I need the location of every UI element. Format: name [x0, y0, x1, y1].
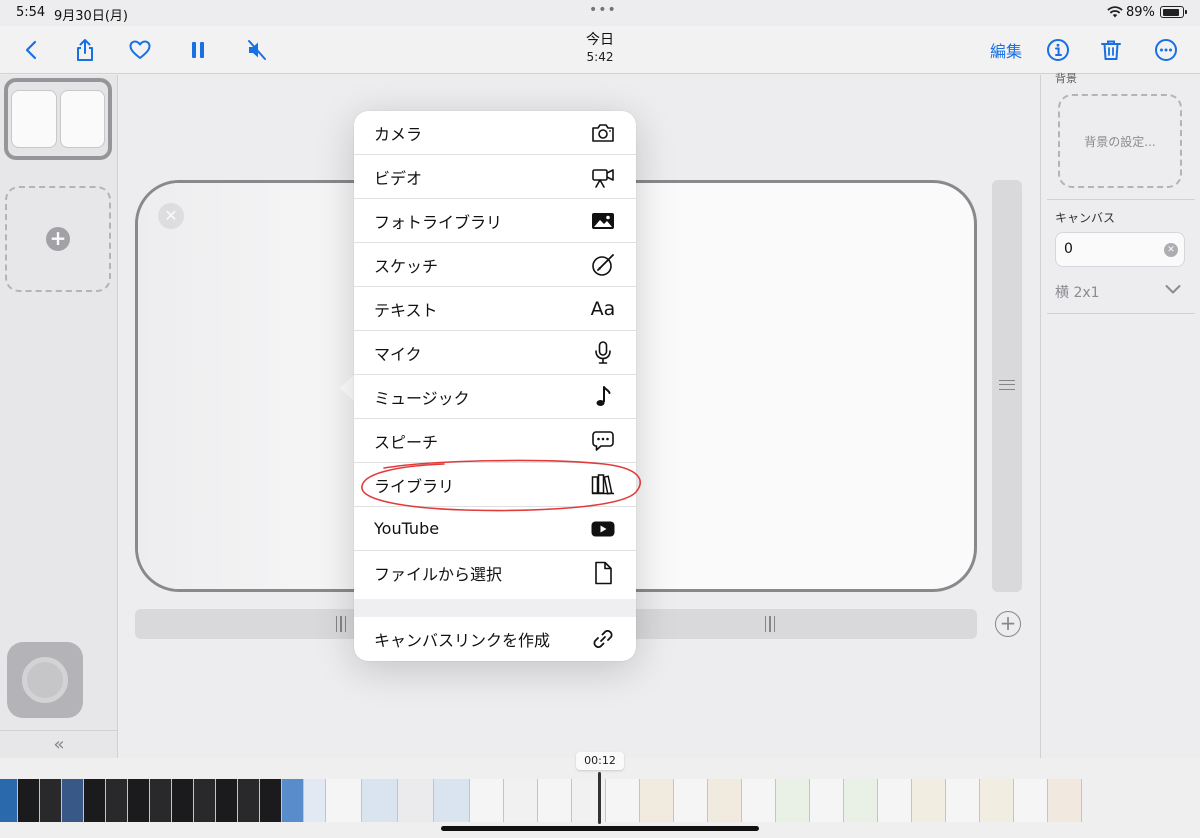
more-icon[interactable]	[1150, 34, 1182, 66]
menu-item-label: フォトライブラリ	[374, 212, 503, 232]
menu-item-label: キャンバスリンクを作成	[374, 631, 551, 650]
menu-item-speech[interactable]: スピーチ	[354, 419, 636, 463]
collapse-sidebar-button[interactable]: «	[0, 730, 118, 758]
toolbar: 今日 5:42 編集	[0, 26, 1200, 74]
menu-item-label: スピーチ	[374, 432, 439, 452]
youtube-icon	[590, 516, 616, 542]
menu-separator	[354, 599, 636, 617]
insert-media-menu: カメラ ビデオ フォトライブラリ スケッチ テキスト Aa マイク ミュージック…	[354, 111, 636, 661]
camera-icon	[590, 120, 616, 146]
slide-sidebar: + «	[0, 75, 118, 758]
horizontal-grip-icon[interactable]	[765, 616, 775, 632]
menu-item-create-canvas-link[interactable]: キャンバスリンクを作成	[354, 617, 636, 661]
assistive-touch-button[interactable]	[7, 642, 83, 718]
microphone-icon	[590, 340, 616, 366]
menu-item-photo-library[interactable]: フォトライブラリ	[354, 199, 636, 243]
divider	[1047, 313, 1195, 314]
menu-item-label: YouTube	[374, 519, 440, 538]
status-bar: 5:54 9月30日(月) ••• 89%	[0, 0, 1200, 26]
menu-item-camera[interactable]: カメラ	[354, 111, 636, 155]
sketch-icon	[590, 252, 616, 278]
thumbnail-cell	[59, 90, 105, 148]
video-camera-icon	[590, 164, 616, 190]
status-time: 5:54	[16, 5, 46, 20]
link-icon	[590, 626, 616, 652]
horizontal-grip-icon[interactable]	[336, 616, 346, 632]
layout-select-value[interactable]: 横 2x1	[1055, 282, 1100, 302]
menu-item-library[interactable]: ライブラリ	[354, 463, 636, 507]
thumbnail-cell	[11, 90, 57, 148]
menu-item-label: ライブラリ	[374, 476, 455, 496]
menu-item-youtube[interactable]: YouTube	[354, 507, 636, 551]
speech-bubble-icon	[590, 428, 616, 454]
current-time-label: 00:12	[576, 752, 624, 770]
wifi-icon	[1107, 6, 1123, 18]
menu-item-label: スケッチ	[374, 256, 439, 276]
add-slide-button[interactable]: +	[5, 186, 111, 292]
background-section-label: 背景	[1055, 72, 1077, 85]
multitasking-dots[interactable]: •••	[589, 2, 617, 18]
menu-item-label: ファイルから選択	[374, 565, 503, 584]
toolbar-title: 今日	[586, 32, 614, 48]
pause-icon[interactable]	[182, 34, 214, 66]
library-icon	[590, 472, 616, 498]
menu-item-sketch[interactable]: スケッチ	[354, 243, 636, 287]
menu-item-music[interactable]: ミュージック	[354, 375, 636, 419]
menu-item-label: ミュージック	[374, 388, 470, 408]
mute-icon[interactable]	[241, 34, 273, 66]
chevron-down-icon[interactable]	[1165, 283, 1181, 295]
plus-icon: +	[46, 227, 70, 251]
vertical-grip-icon[interactable]	[999, 380, 1015, 390]
add-cell-button[interactable]: +	[995, 611, 1021, 637]
text-icon: Aa	[590, 298, 616, 320]
menu-item-text[interactable]: テキスト Aa	[354, 287, 636, 331]
share-icon[interactable]	[69, 34, 101, 66]
menu-item-microphone[interactable]: マイク	[354, 331, 636, 375]
photo-icon	[590, 208, 616, 234]
clear-icon[interactable]: ✕	[1164, 243, 1178, 257]
home-indicator[interactable]	[441, 826, 759, 831]
heart-icon[interactable]	[124, 34, 156, 66]
playhead[interactable]	[598, 772, 601, 824]
music-note-icon	[590, 384, 616, 410]
document-icon	[590, 560, 616, 586]
menu-item-video[interactable]: ビデオ	[354, 155, 636, 199]
toolbar-subtitle: 5:42	[586, 50, 614, 64]
menu-item-label: ビデオ	[374, 168, 423, 188]
canvas-section-label: キャンバス	[1055, 211, 1116, 225]
trash-icon[interactable]	[1095, 34, 1127, 66]
menu-item-label: テキスト	[374, 300, 438, 320]
menu-item-label: カメラ	[374, 124, 423, 144]
back-icon[interactable]	[16, 34, 48, 66]
battery-icon	[1160, 6, 1187, 18]
divider	[1047, 199, 1195, 200]
menu-item-choose-file[interactable]: ファイルから選択	[354, 551, 636, 595]
popover-arrow	[340, 375, 354, 401]
battery-percent: 89%	[1126, 5, 1155, 20]
edit-button[interactable]: 編集	[990, 38, 1022, 62]
info-icon[interactable]	[1042, 34, 1074, 66]
slide-thumbnail[interactable]	[4, 78, 112, 160]
close-icon[interactable]: ✕	[158, 203, 184, 229]
status-date: 9月30日(月)	[54, 9, 128, 24]
menu-item-label: マイク	[374, 344, 422, 364]
background-settings-button[interactable]: 背景の設定...	[1058, 94, 1182, 188]
